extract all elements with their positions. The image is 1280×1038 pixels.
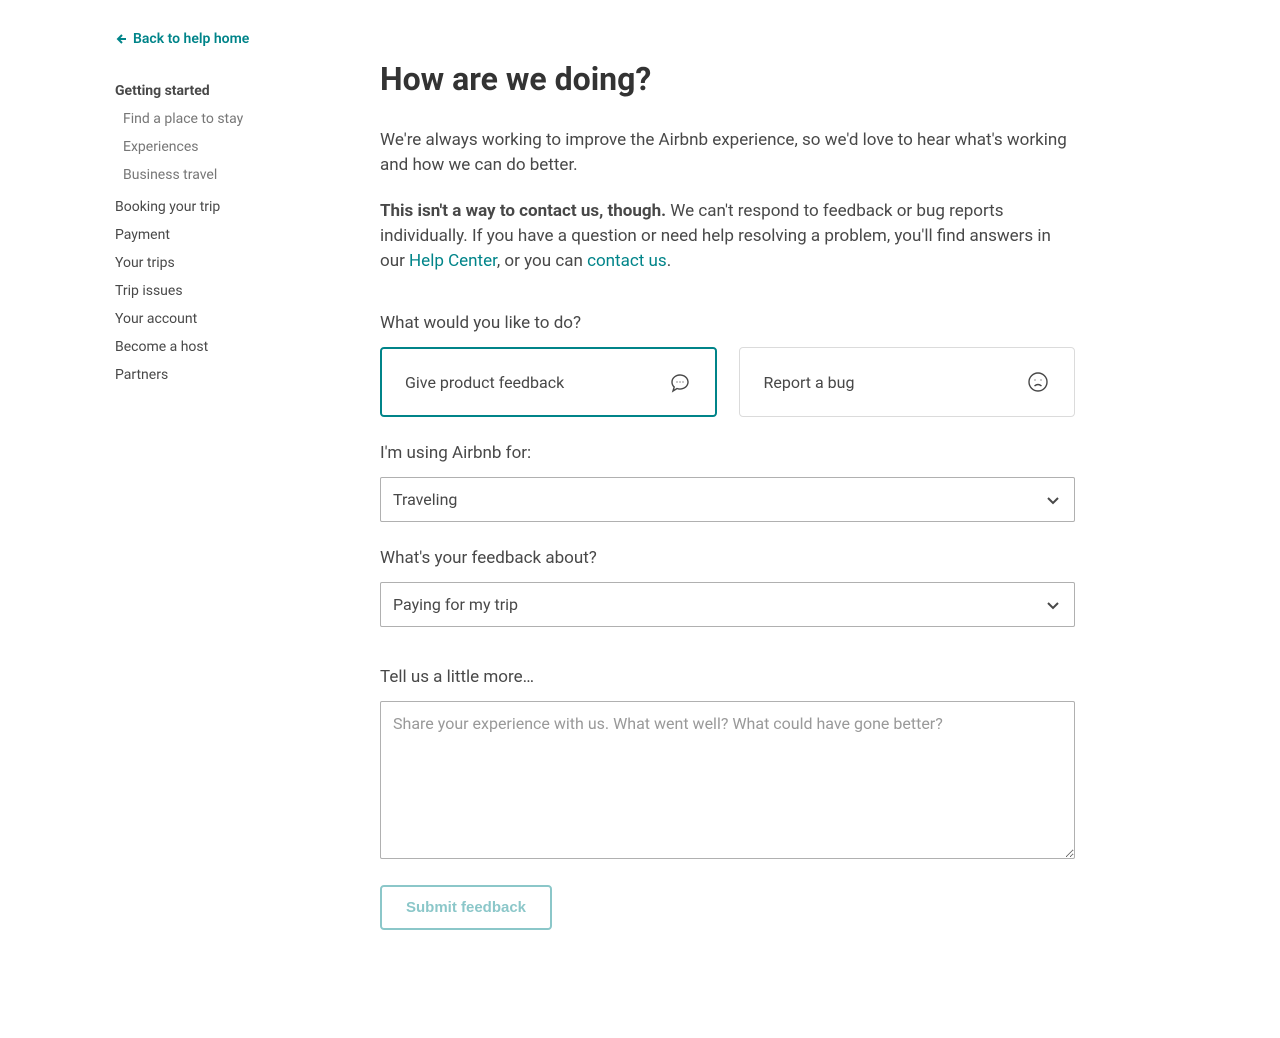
question-more: Tell us a little more… bbox=[380, 667, 1075, 687]
option-report-bug[interactable]: Report a bug bbox=[739, 347, 1076, 417]
back-link-label: Back to help home bbox=[133, 31, 249, 47]
sidebar-item-business-travel[interactable]: Business travel bbox=[123, 161, 320, 189]
sidebar-item-become-host[interactable]: Become a host bbox=[115, 333, 320, 361]
intro-2-text-b: , or you can bbox=[497, 251, 587, 271]
feedback-about-select[interactable]: Paying for my trip bbox=[380, 582, 1075, 627]
sidebar-item-payment[interactable]: Payment bbox=[115, 221, 320, 249]
question-about: What's your feedback about? bbox=[380, 548, 1075, 568]
sidebar-item-find-place[interactable]: Find a place to stay bbox=[123, 105, 320, 133]
using-for-select[interactable]: Traveling bbox=[380, 477, 1075, 522]
intro-2-strong: This isn't a way to contact us, though. bbox=[380, 201, 666, 221]
main-content: How are we doing? We're always working t… bbox=[380, 30, 1075, 930]
sad-face-icon bbox=[1026, 370, 1050, 394]
question-action: What would you like to do? bbox=[380, 313, 1075, 333]
sidebar: Back to help home Getting started Find a… bbox=[115, 30, 320, 930]
question-using-for: I'm using Airbnb for: bbox=[380, 443, 1075, 463]
intro-paragraph-1: We're always working to improve the Airb… bbox=[380, 128, 1075, 177]
sidebar-item-partners[interactable]: Partners bbox=[115, 361, 320, 389]
sidebar-item-trip-issues[interactable]: Trip issues bbox=[115, 277, 320, 305]
help-center-link[interactable]: Help Center bbox=[409, 251, 497, 271]
sidebar-item-your-trips[interactable]: Your trips bbox=[115, 249, 320, 277]
sidebar-item-experiences[interactable]: Experiences bbox=[123, 133, 320, 161]
sidebar-item-your-account[interactable]: Your account bbox=[115, 305, 320, 333]
sidebar-item-booking-trip[interactable]: Booking your trip bbox=[115, 193, 320, 221]
arrow-left-icon bbox=[115, 33, 127, 45]
option-give-feedback[interactable]: Give product feedback bbox=[380, 347, 717, 417]
intro-paragraph-2: This isn't a way to contact us, though. … bbox=[380, 199, 1075, 273]
contact-us-link[interactable]: contact us bbox=[587, 251, 667, 271]
back-to-help-link[interactable]: Back to help home bbox=[115, 31, 249, 47]
intro-2-text-c: . bbox=[667, 251, 671, 271]
option-report-bug-label: Report a bug bbox=[764, 373, 855, 392]
speech-bubble-icon bbox=[668, 370, 692, 394]
sidebar-item-getting-started[interactable]: Getting started bbox=[115, 77, 320, 105]
feedback-textarea[interactable] bbox=[380, 701, 1075, 859]
page-title: How are we doing? bbox=[380, 60, 1075, 98]
option-give-feedback-label: Give product feedback bbox=[405, 373, 564, 392]
submit-feedback-button[interactable]: Submit feedback bbox=[380, 885, 552, 930]
